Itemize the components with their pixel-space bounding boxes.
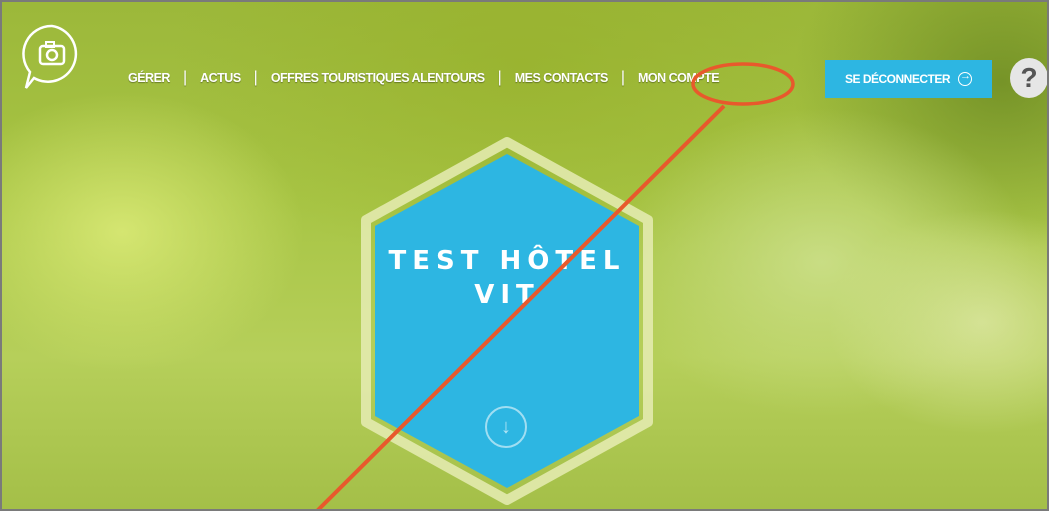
hotel-title-line2: VIT [474,280,540,310]
scroll-down-button[interactable]: ↓ [485,406,527,448]
hotel-title: TEST HÔTEL VIT [372,244,642,312]
arrow-down-icon: ↓ [501,415,511,438]
app-screen: GÉRER | ACTUS | OFFRES TOURISTIQUES ALEN… [0,0,1049,511]
hotel-title-line1: TEST HÔTEL [388,246,626,276]
